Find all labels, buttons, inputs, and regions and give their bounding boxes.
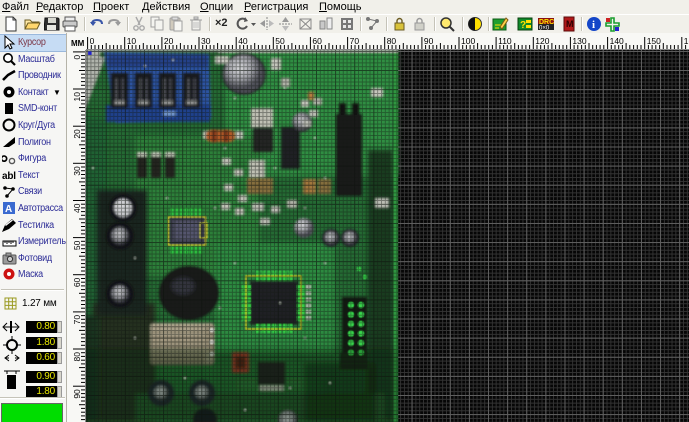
svg-text:80: 80 [72, 352, 82, 362]
svg-text:10: 10 [72, 92, 82, 102]
svg-text:140: 140 [610, 36, 624, 46]
svg-text:20: 20 [164, 36, 174, 46]
svg-text:40: 40 [72, 203, 82, 213]
svg-text:10: 10 [127, 36, 137, 46]
svg-text:100: 100 [461, 36, 475, 46]
svg-text:abl: abl [2, 171, 16, 182]
svg-text:60: 60 [72, 277, 82, 287]
svg-text:30: 30 [201, 36, 211, 46]
svg-text:90: 90 [72, 389, 82, 399]
svg-text:30: 30 [72, 166, 82, 176]
svg-text:M: M [566, 19, 574, 29]
svg-text:50: 50 [72, 240, 82, 250]
svg-text:40: 40 [238, 36, 248, 46]
svg-text:50: 50 [275, 36, 285, 46]
svg-text:i: i [592, 19, 595, 31]
svg-text:?: ? [520, 20, 526, 31]
svg-text:70: 70 [350, 36, 360, 46]
svg-text:80: 80 [387, 36, 397, 46]
svg-text:0×0: 0×0 [539, 26, 550, 32]
svg-text:160: 160 [684, 36, 689, 46]
svg-text:130: 130 [572, 36, 586, 46]
svg-text:120: 120 [535, 36, 549, 46]
svg-text:70: 70 [72, 315, 82, 325]
svg-text:0: 0 [72, 55, 82, 60]
svg-text:90: 90 [424, 36, 434, 46]
svg-text:60: 60 [312, 36, 322, 46]
svg-text:150: 150 [647, 36, 661, 46]
svg-text:20: 20 [72, 129, 82, 139]
svg-text:0: 0 [90, 36, 95, 46]
svg-text:110: 110 [498, 36, 512, 46]
svg-text:A: A [5, 204, 12, 215]
